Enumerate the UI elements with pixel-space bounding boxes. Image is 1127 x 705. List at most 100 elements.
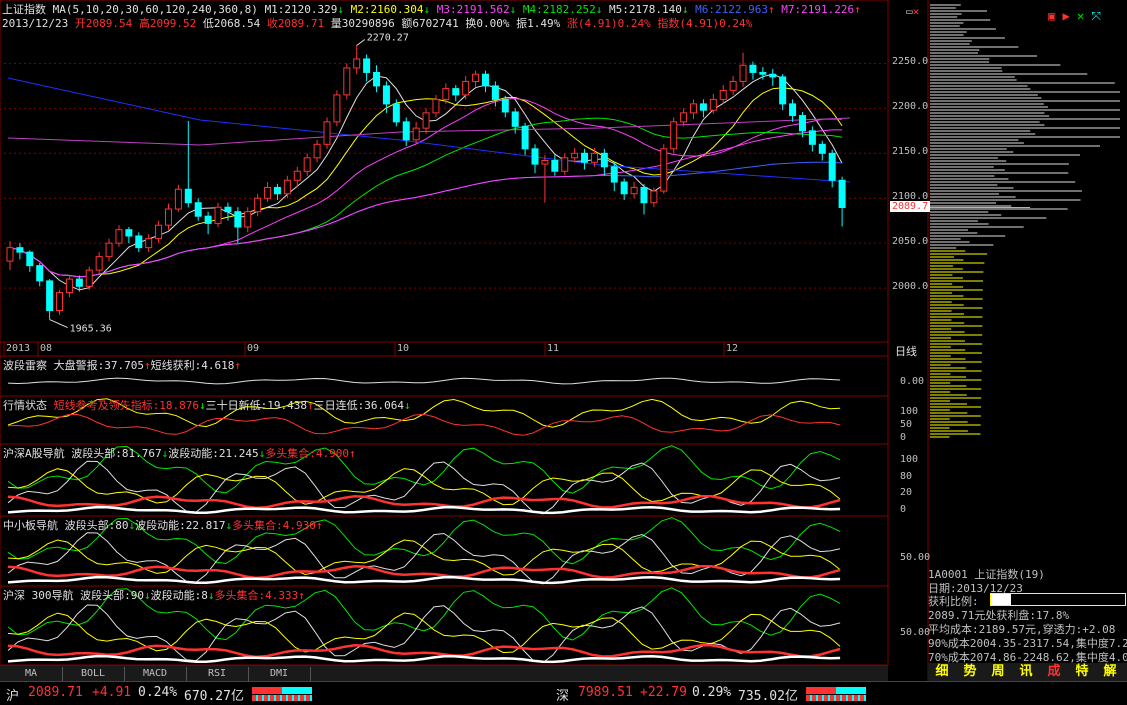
tab-macd[interactable]: MACD — [124, 667, 187, 681]
candle-body — [561, 157, 569, 172]
ma-line-M6 — [9, 161, 843, 278]
panel-ytick: 0 — [900, 432, 907, 443]
period-label: 日线 — [895, 345, 917, 358]
candle-body — [234, 211, 242, 228]
candle-body — [382, 85, 390, 105]
candle-body — [303, 157, 311, 172]
panel-line — [7, 460, 841, 515]
sz-price: 7989.51 — [578, 685, 633, 700]
flag-icon[interactable]: ▶ — [1062, 9, 1069, 23]
candle-body — [75, 278, 83, 287]
candle-body — [640, 186, 648, 204]
panel-value: ↑ — [234, 359, 241, 372]
panel-value: ↑ — [348, 447, 356, 460]
candle-body — [600, 152, 608, 168]
nav-news[interactable]: 讯 — [1014, 663, 1038, 681]
candle-body — [808, 130, 816, 145]
candle-body — [709, 98, 717, 111]
tab-dmi[interactable]: DMI — [248, 667, 311, 681]
candle-body — [452, 88, 460, 96]
panel-value: ↓ — [207, 589, 215, 602]
panel-line — [7, 604, 841, 664]
ytick-label: 2050.0 — [892, 236, 929, 248]
expand-icon[interactable]: ⤧ — [1091, 9, 1101, 23]
candle-body — [224, 206, 232, 213]
nav-week[interactable]: 周 — [986, 663, 1010, 681]
candle-body — [204, 215, 212, 224]
candle-body — [690, 103, 698, 114]
candle-body — [115, 229, 123, 244]
tab-rsi[interactable]: RSI — [186, 667, 249, 681]
candle-body — [769, 73, 777, 78]
profit-bar: 17.8% — [990, 593, 1126, 606]
nav-trend[interactable]: 势 — [958, 663, 982, 681]
sh-price: 2089.71 — [28, 685, 83, 700]
candle-body — [16, 247, 24, 253]
tab-ma[interactable]: MA — [0, 667, 63, 681]
nav-detail[interactable]: 细 — [930, 663, 954, 681]
window-controls[interactable]: ▭✕ — [906, 5, 919, 18]
sz-pct: 0.29% — [692, 685, 732, 700]
low-pointer — [49, 319, 68, 328]
candle-body — [818, 143, 826, 154]
toolbar-icons: ▣ ▶ ✕ ⤧ — [1048, 9, 1101, 24]
candle-body — [412, 127, 420, 141]
candle-body — [273, 186, 281, 195]
panel-value: 短线获利:4.618 — [150, 359, 235, 372]
panel-value: 波段头部:81.767 — [71, 447, 162, 460]
panel-value: ↑ — [315, 519, 323, 532]
panel-value: ↑ — [143, 359, 151, 372]
candle-body — [105, 242, 113, 258]
panel-value: 三十日新低:19.438 — [205, 399, 307, 412]
panel-thick-red — [7, 494, 841, 510]
candle-body — [46, 280, 54, 312]
tab-boll[interactable]: BOLL — [62, 667, 125, 681]
candle-body — [581, 152, 589, 163]
candle-body — [164, 208, 172, 226]
panel-value: 多头集合:4.930 — [232, 519, 316, 532]
candle-body — [343, 67, 351, 96]
candle-body — [174, 188, 182, 210]
candle-body — [610, 166, 618, 183]
candle-body — [254, 197, 262, 213]
nav-special[interactable]: 特 — [1070, 663, 1094, 681]
candle-body — [521, 125, 529, 150]
candle-body — [838, 179, 846, 208]
candle-body — [729, 80, 737, 91]
candle-body — [402, 121, 410, 141]
ytick-label: 2150.0 — [892, 146, 929, 158]
side-nav: 细 势 周 讯 成 特 解 — [928, 663, 1127, 681]
panel-title: 行情状态 短线参考及领先指标:18.876↓三十日新低:19.438↑三日连低:… — [3, 397, 411, 413]
candle-body — [214, 206, 222, 224]
panel-title: 中小板导航 波段头部:80↓波段动能:22.817↓多头集合:4.930↑ — [3, 517, 322, 533]
panel-thick-red — [7, 643, 841, 659]
ma-line-M7 — [9, 129, 843, 278]
candle-body — [323, 121, 331, 145]
panel-title: 沪深 300导航 波段头部:90↓波段动能:8↓多头集合:4.333↑ — [3, 587, 305, 603]
panel-ytick: 0.00 — [900, 375, 925, 387]
panel-thick-white — [7, 505, 841, 515]
candle-body — [283, 179, 291, 195]
nav-cost[interactable]: 成 — [1042, 663, 1066, 681]
candle-body — [660, 148, 668, 192]
panel-value: 波段头部:80 — [64, 519, 129, 532]
restore-icon[interactable]: ▣ — [1048, 9, 1055, 23]
main-border — [0, 0, 889, 357]
xtick-label: 2013 — [6, 343, 31, 354]
candle-body — [491, 85, 499, 100]
panel-ytick: 50.00 — [900, 627, 931, 639]
close-icon[interactable]: ✕ — [913, 5, 920, 18]
ma-line-M1 — [9, 73, 843, 291]
xtick-label: 12 — [726, 343, 739, 354]
candle-body — [333, 94, 341, 123]
candle-body — [828, 152, 836, 181]
candle-body — [531, 148, 539, 165]
minimize-icon[interactable]: ▭ — [906, 5, 913, 18]
chip-distribution — [930, 4, 1120, 438]
sz-change: +22.79 — [640, 685, 687, 700]
candle-body — [392, 103, 400, 123]
nav-explain[interactable]: 解 — [1098, 663, 1122, 681]
candle-body — [65, 278, 73, 294]
sz-amount: 735.02亿 — [738, 689, 798, 704]
tools-icon[interactable]: ✕ — [1077, 9, 1084, 23]
